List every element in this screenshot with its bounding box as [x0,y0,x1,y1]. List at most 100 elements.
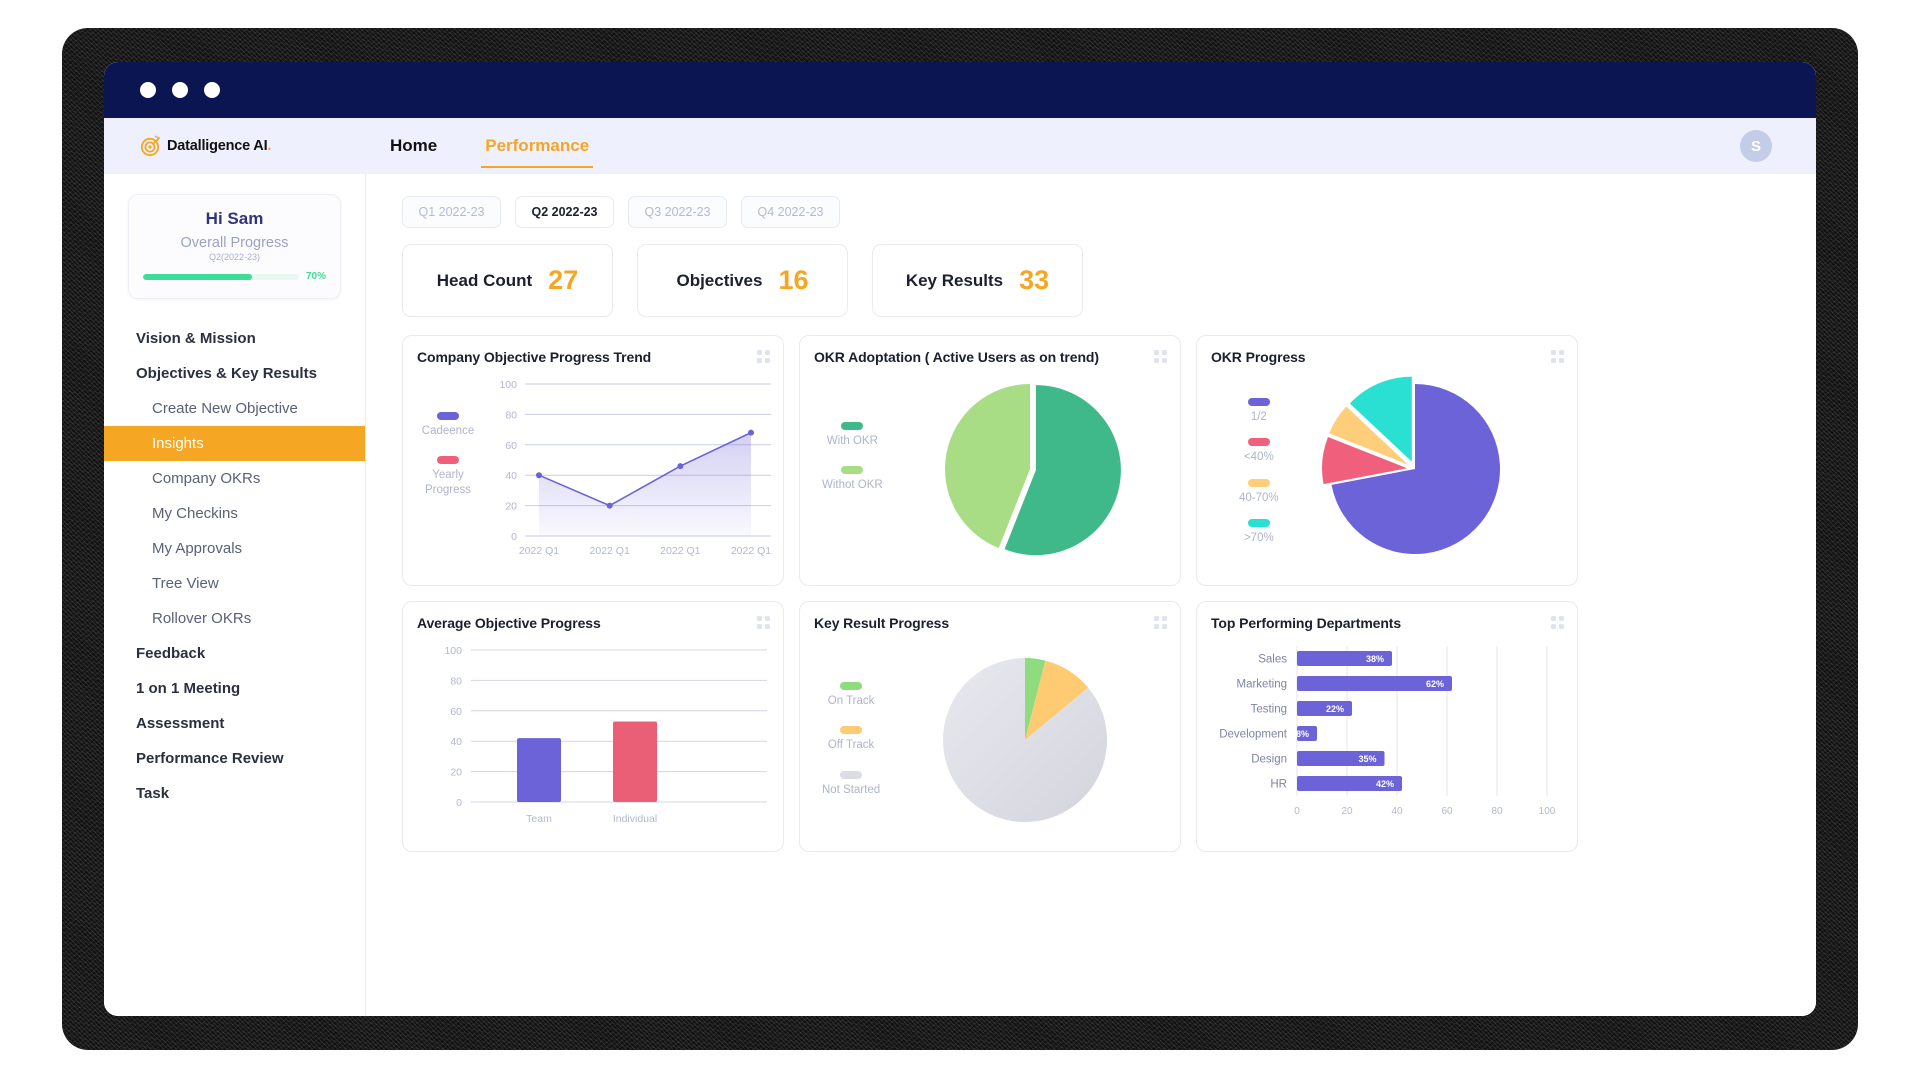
legend-item[interactable]: On Track [828,682,874,708]
svg-text:Marketing: Marketing [1237,679,1288,691]
legend-label: >70% [1243,532,1274,545]
sidebar-item-label: My Checkins [152,505,238,522]
svg-text:Sales: Sales [1258,654,1287,666]
sidebar-item-my-approvals[interactable]: My Approvals [104,531,365,566]
sidebar-item-1-on-1-meeting[interactable]: 1 on 1 Meeting [104,671,365,706]
sidebar-item-rollover-okrs[interactable]: Rollover OKRs [104,601,365,636]
legend-item[interactable]: <40% [1244,438,1274,464]
body: Hi Sam Overall Progress Q2(2022-23) 70% … [104,174,1816,1016]
svg-text:100: 100 [444,645,462,657]
stat-card-row: Head Count 27 Objectives 16 Key Results 33 [402,244,1788,317]
svg-text:Development: Development [1219,729,1288,741]
sidebar-item-label: My Approvals [152,540,243,557]
svg-text:40: 40 [1391,806,1403,817]
sidebar-item-vision-mission[interactable]: Vision & Mission [104,321,365,356]
legend-item[interactable]: Not Started [822,770,880,797]
card-company-objective-progress-trend: Company Objective Progress Trend Cadeenc… [402,335,784,586]
greeting-text: Hi Sam [205,209,264,228]
nav-item-home[interactable]: Home [386,118,441,174]
svg-text:40: 40 [450,736,462,748]
brand-logo[interactable]: Datalligence AI. [104,135,382,157]
drag-handle-icon[interactable] [757,616,770,629]
svg-text:2022 Q1: 2022 Q1 [731,545,771,557]
maximize-icon[interactable] [204,82,220,98]
quarter-tab-q3[interactable]: Q3 2022-23 [628,196,727,228]
drag-handle-icon[interactable] [1154,350,1167,363]
hbar-chart-departments: 0 20 40 60 80 100 Sales 38% Marketing 62% Testing 2… [1219,646,1556,817]
sidebar-item-label: Assessment [136,715,225,732]
legend-swatch-over-70 [1247,519,1270,528]
legend-swatch-on-track [840,682,863,690]
legend-label: With OKR [826,435,878,447]
svg-text:80: 80 [505,409,517,421]
svg-text:0: 0 [511,531,517,543]
svg-text:20: 20 [505,501,517,513]
svg-text:35%: 35% [1358,754,1376,764]
legend-item[interactable]: >70% [1244,519,1274,545]
legend-label: 40-70% [1239,491,1279,504]
sidebar-item-company-okrs[interactable]: Company OKRs [104,461,365,496]
drag-handle-icon[interactable] [1551,350,1564,363]
svg-text:60: 60 [450,706,462,718]
legend-label: Cadeence [421,425,475,437]
legend-item[interactable]: Cadeence [422,412,474,438]
target-logo-icon [140,135,162,157]
legend-label: Off Track [827,739,875,752]
quarter-tab-q4[interactable]: Q4 2022-23 [741,196,840,228]
legend-swatch-under-40 [1247,438,1270,447]
chart-area-pie-okr-progress: 1/2 <40% 40-70% >70% [1197,374,1577,579]
card-key-result-progress: Key Result Progress On Track Off Track N… [799,601,1181,852]
sidebar-item-my-checkins[interactable]: My Checkins [104,496,365,531]
legend-label: <40% [1243,451,1274,464]
legend-item[interactable]: Withot OKR [822,466,883,492]
legend-item[interactable]: Yearly Progress [417,456,479,497]
sidebar-item-tree-view[interactable]: Tree View [104,566,365,601]
drag-handle-icon[interactable] [757,350,770,363]
legend-item[interactable]: With OKR [827,422,878,448]
chart-area-bar-average: 100 80 60 40 20 0 Team Individual [403,640,783,845]
sidebar-item-label: Create New Objective [152,400,298,417]
svg-text:80: 80 [450,675,462,687]
legend-item[interactable]: 1/2 [1247,398,1270,424]
quarter-tab-q2[interactable]: Q2 2022-23 [515,196,614,228]
svg-text:Design: Design [1251,754,1287,766]
avatar[interactable]: S [1740,130,1772,162]
card-title: Key Result Progress [814,615,950,631]
svg-text:Team: Team [526,813,552,825]
sidebar-item-label: Rollover OKRs [152,610,252,627]
card-okr-progress: OKR Progress 1/2 <40% 40-70% >70% [1196,335,1578,586]
sidebar-menu: Vision & Mission Objectives & Key Results… [104,321,365,811]
legend-swatch-half [1247,398,1270,406]
legend-swatch-40-70 [1247,478,1270,487]
svg-text:22%: 22% [1326,704,1344,714]
progress-row: 70% [143,271,326,282]
legend-swatch-with-okr [841,422,864,430]
chart-area-hbar-departments: 0 20 40 60 80 100 Sales 38% Marketing 62% Testing 2… [1197,640,1577,845]
nav-item-performance[interactable]: Performance [481,118,594,174]
window-titlebar [104,62,1816,118]
quarter-tab-label: Q4 2022-23 [757,205,824,219]
svg-text:8%: 8% [1296,729,1309,739]
card-title: Company Objective Progress Trend [417,349,652,365]
sidebar-item-label: Vision & Mission [136,330,256,347]
quarter-tab-label: Q2 2022-23 [531,205,598,219]
sidebar-item-assessment[interactable]: Assessment [104,706,365,741]
svg-text:HR: HR [1270,779,1287,791]
svg-text:62%: 62% [1426,679,1444,689]
stat-label: Head Count [436,270,533,290]
sidebar-item-task[interactable]: Task [104,776,365,811]
drag-handle-icon[interactable] [1154,616,1167,629]
close-icon[interactable] [140,82,156,98]
sidebar-item-feedback[interactable]: Feedback [104,636,365,671]
minimize-icon[interactable] [172,82,188,98]
quarter-tab-q1[interactable]: Q1 2022-23 [402,196,501,228]
sidebar-item-insights[interactable]: Insights [104,426,365,461]
legend-item[interactable]: Off Track [828,726,874,752]
sidebar-item-create-new-objective[interactable]: Create New Objective [104,391,365,426]
sidebar-item-label: Feedback [136,645,206,662]
drag-handle-icon[interactable] [1551,616,1564,629]
sidebar-item-performance-review[interactable]: Performance Review [104,741,365,776]
legend-item[interactable]: 40-70% [1239,478,1279,505]
svg-text:60: 60 [1441,806,1453,817]
sidebar-item-objectives-key-results[interactable]: Objectives & Key Results [104,356,365,391]
